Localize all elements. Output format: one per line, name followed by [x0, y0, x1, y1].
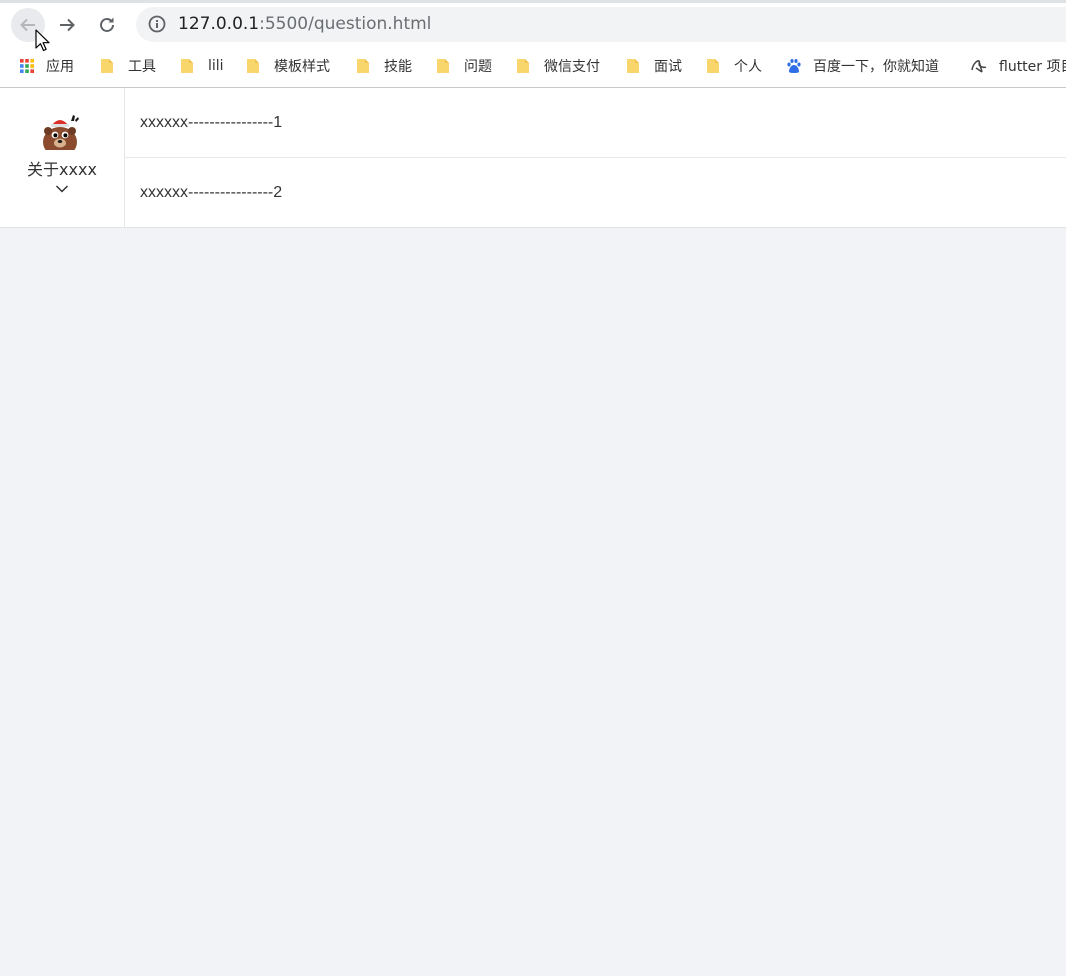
question-panel: 关于xxxx xxxxxx----------------1 xxxxxx---…: [0, 88, 1066, 228]
forward-button[interactable]: [50, 8, 84, 42]
bookmark-label: 问题: [464, 59, 492, 75]
folder-icon: [627, 59, 639, 73]
bookmark-folder[interactable]: 工具: [100, 52, 156, 80]
url-text[interactable]: 127.0.0.1:5500/question.html: [178, 13, 431, 35]
url-host: 127.0.0.1: [178, 14, 260, 34]
list-item[interactable]: xxxxxx----------------2: [125, 158, 1066, 227]
bookmark-label: lili: [208, 58, 224, 74]
bookmark-folder[interactable]: 问题: [436, 52, 492, 80]
bookmark-folder[interactable]: 个人: [706, 52, 762, 80]
tab-strip: [0, 0, 1066, 3]
folder-icon: [181, 59, 193, 73]
bookmark-apps[interactable]: 应用: [19, 52, 74, 80]
info-icon[interactable]: [148, 15, 166, 33]
folder-icon: [247, 59, 259, 73]
reload-button[interactable]: [90, 8, 124, 42]
about-menu-label[interactable]: 关于xxxx: [0, 156, 124, 180]
list-item[interactable]: xxxxxx----------------1: [125, 88, 1066, 158]
bookmark-label: flutter 项目: [999, 59, 1066, 75]
arrow-right-icon: [60, 18, 75, 32]
folder-icon: [357, 59, 369, 73]
bookmark-label: 微信支付: [544, 59, 600, 75]
bookmark-baidu[interactable]: 百度一下，你就知道: [786, 52, 939, 80]
bookmark-label: 技能: [384, 59, 412, 75]
folder-icon: [101, 59, 113, 73]
folder-icon: [707, 59, 719, 73]
question-list: xxxxxx----------------1 xxxxxx----------…: [125, 88, 1066, 227]
bear-avatar-icon: [43, 115, 79, 150]
bookmark-folder[interactable]: 面试: [626, 52, 682, 80]
flutter-logo-icon: [971, 60, 987, 73]
mouse-cursor-icon: [35, 29, 50, 52]
apps-grid-icon: [20, 59, 34, 73]
folder-icon: [437, 59, 449, 73]
bookmark-label: 面试: [654, 59, 682, 75]
bookmark-folder[interactable]: 技能: [356, 52, 412, 80]
side-menu[interactable]: 关于xxxx: [0, 88, 125, 227]
bookmark-label: 工具: [128, 59, 156, 75]
bookmark-label: 模板样式: [274, 59, 330, 75]
bookmark-label: 个人: [734, 59, 762, 75]
bookmark-folder[interactable]: 模板样式: [246, 52, 330, 80]
bookmark-label: 应用: [46, 59, 74, 75]
page-content: 关于xxxx xxxxxx----------------1 xxxxxx---…: [0, 88, 1066, 976]
url-path: :5500/question.html: [259, 14, 432, 34]
reload-icon: [100, 17, 114, 32]
chevron-down-icon[interactable]: [55, 184, 69, 193]
bookmark-folder[interactable]: 微信支付: [516, 52, 600, 80]
folder-icon: [517, 59, 529, 73]
bookmark-flutter[interactable]: flutter 项目: [970, 52, 1066, 80]
bookmark-folder[interactable]: lili: [180, 52, 224, 80]
bookmark-label: 百度一下，你就知道: [813, 59, 939, 75]
browser-chrome: 127.0.0.1:5500/question.html 应用 工具 lili …: [0, 0, 1066, 88]
bookmarks-bar: 应用 工具 lili 模板样式 技能 问题 微信支付 面试 个人 百度一下，你就…: [0, 52, 1066, 80]
baidu-paw-icon: [787, 59, 801, 73]
